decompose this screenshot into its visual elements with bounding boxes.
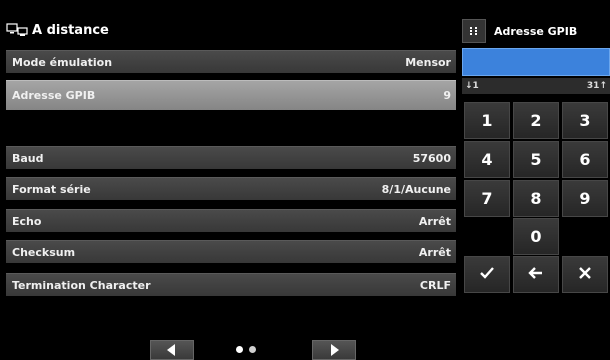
key-7[interactable]: 7 [464,180,510,217]
setting-value: 9 [443,89,451,102]
setting-value: 8/1/Aucune [381,182,451,196]
setting-value: Arrêt [418,214,451,228]
key-9[interactable]: 9 [562,180,608,217]
backspace-button[interactable] [513,256,559,293]
setting-row-emulation-mode[interactable]: Mode émulation Mensor [6,50,456,73]
page-title: A distance [32,22,109,38]
key-0[interactable]: 0 [513,218,559,255]
key-3[interactable]: 3 [562,102,608,139]
backspace-arrow-icon [528,265,544,284]
value-range: ↓1 31↑ [462,78,610,94]
keypad-title: Adresse GPIB [494,24,578,38]
page-dot [236,346,243,353]
key-2[interactable]: 2 [513,102,559,139]
page-indicator [236,346,256,353]
right-arrow-icon [329,341,339,360]
close-icon [578,265,592,284]
setting-row-echo[interactable]: Echo Arrêt [6,209,456,232]
setting-row-serial-format[interactable]: Format série 8/1/Aucune [6,177,456,200]
previous-page-button[interactable] [150,340,194,360]
page-dot [249,346,256,353]
setting-label: Format série [12,182,91,196]
key-5[interactable]: 5 [513,141,559,178]
next-page-button[interactable] [312,340,356,360]
checkmark-icon [479,265,495,284]
setting-row-gpib-address[interactable]: Adresse GPIB 9 [6,80,456,110]
setting-row-checksum[interactable]: Checksum Arrêt [6,240,456,263]
page-header: A distance [0,18,456,42]
left-arrow-icon [167,341,177,360]
keypad-header: Adresse GPIB [462,18,610,44]
setting-value: 57600 [412,151,451,165]
key-8[interactable]: 8 [513,180,559,217]
setting-value: CRLF [419,278,451,292]
value-entry-field[interactable] [462,48,610,76]
setting-row-termination-character[interactable]: Termination Character CRLF [6,273,456,296]
setting-value: Arrêt [418,245,451,259]
setting-label: Termination Character [12,278,151,292]
setting-label: Mode émulation [12,55,113,69]
accept-button[interactable] [464,256,510,293]
key-4[interactable]: 4 [464,141,510,178]
setting-row-baud[interactable]: Baud 57600 [6,146,456,169]
range-min: ↓1 [465,81,479,91]
setting-label: Adresse GPIB [12,89,96,102]
setting-label: Baud [12,151,44,165]
setting-value: Mensor [405,55,451,69]
range-max: 31↑ [586,81,607,91]
setting-label: Checksum [12,245,76,259]
key-1[interactable]: 1 [464,102,510,139]
key-6[interactable]: 6 [562,141,608,178]
setting-label: Echo [12,214,42,228]
cancel-button[interactable] [562,256,608,293]
remote-computer-icon [4,20,30,40]
grid-menu-icon[interactable] [462,19,486,43]
